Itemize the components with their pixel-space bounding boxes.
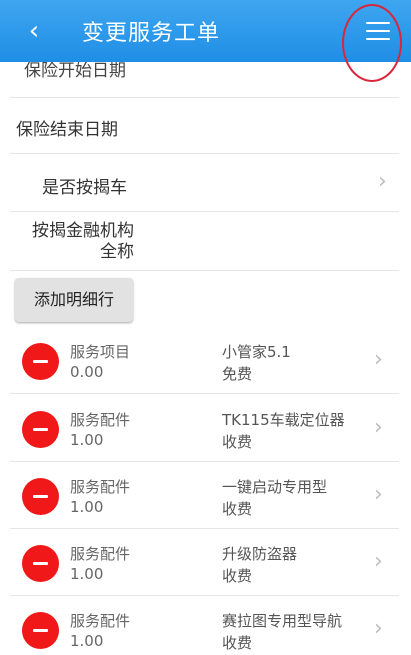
item-fee: 收费 bbox=[222, 567, 253, 585]
menu-bar-line bbox=[366, 38, 390, 40]
mortgage-institution-row[interactable]: 按揭金融机构 全称 bbox=[10, 213, 399, 271]
insurance-end-date-row[interactable]: 保险结束日期 bbox=[10, 98, 399, 154]
chevron-right-icon: › bbox=[374, 347, 383, 372]
item-type: 服务项目 bbox=[70, 343, 131, 361]
mortgage-car-label: 是否按揭车 bbox=[42, 178, 127, 198]
item-fee: 收费 bbox=[222, 433, 253, 451]
mortgage-car-row[interactable]: 是否按揭车 › bbox=[10, 155, 399, 212]
list-item[interactable]: 服务项目 0.00 小管家5.1 免费 › bbox=[10, 327, 399, 394]
item-fee: 免费 bbox=[222, 365, 253, 383]
item-type: 服务配件 bbox=[70, 545, 131, 563]
item-name: 升级防盗器 bbox=[222, 545, 298, 563]
insurance-start-date-row[interactable]: 保险开始日期 bbox=[10, 61, 399, 98]
menu-bar-line bbox=[366, 30, 390, 32]
institution-label-line1: 按揭金融机构 bbox=[32, 221, 134, 241]
chevron-right-icon: › bbox=[374, 415, 383, 440]
chevron-right-icon: › bbox=[374, 616, 383, 641]
menu-bar-line bbox=[366, 22, 390, 24]
institution-label-line2: 全称 bbox=[100, 242, 134, 262]
delete-icon[interactable] bbox=[22, 411, 59, 448]
item-name: 赛拉图专用型导航 bbox=[222, 612, 343, 630]
chevron-right-icon: › bbox=[378, 169, 387, 194]
item-fee: 收费 bbox=[222, 634, 253, 652]
delete-icon[interactable] bbox=[22, 343, 59, 380]
delete-icon[interactable] bbox=[22, 612, 59, 649]
top-app-bar: ‹ 变更服务工单 bbox=[0, 0, 411, 62]
list-item[interactable]: 服务配件 1.00 升级防盗器 收费 › bbox=[10, 529, 399, 596]
chevron-right-icon: › bbox=[374, 549, 383, 574]
insurance-end-date-label: 保险结束日期 bbox=[16, 120, 118, 140]
item-quantity: 0.00 bbox=[70, 363, 104, 381]
item-quantity: 1.00 bbox=[70, 632, 104, 650]
item-fee: 收费 bbox=[222, 500, 253, 518]
hamburger-menu-icon[interactable] bbox=[358, 16, 396, 46]
item-quantity: 1.00 bbox=[70, 431, 104, 449]
delete-icon[interactable] bbox=[22, 545, 59, 582]
item-name: TK115车载定位器 bbox=[222, 411, 345, 429]
list-item[interactable]: 服务配件 1.00 一键启动专用型 收费 › bbox=[10, 462, 399, 529]
item-name: 一键启动专用型 bbox=[222, 478, 328, 496]
mortgage-institution-label: 按揭金融机构 全称 bbox=[24, 221, 134, 263]
item-quantity: 1.00 bbox=[70, 565, 104, 583]
item-quantity: 1.00 bbox=[70, 498, 104, 516]
item-type: 服务配件 bbox=[70, 478, 131, 496]
delete-icon[interactable] bbox=[22, 478, 59, 515]
add-detail-row-button[interactable]: 添加明细行 bbox=[15, 278, 133, 322]
chevron-right-icon: › bbox=[374, 482, 383, 507]
item-type: 服务配件 bbox=[70, 612, 131, 630]
page-title: 变更服务工单 bbox=[82, 21, 221, 46]
item-type: 服务配件 bbox=[70, 411, 131, 429]
item-name: 小管家5.1 bbox=[222, 343, 291, 361]
back-button[interactable]: ‹ bbox=[20, 14, 48, 48]
list-item[interactable]: 服务配件 1.00 TK115车载定位器 收费 › bbox=[10, 395, 399, 462]
list-item[interactable]: 服务配件 1.00 赛拉图专用型导航 收费 › bbox=[10, 596, 399, 655]
